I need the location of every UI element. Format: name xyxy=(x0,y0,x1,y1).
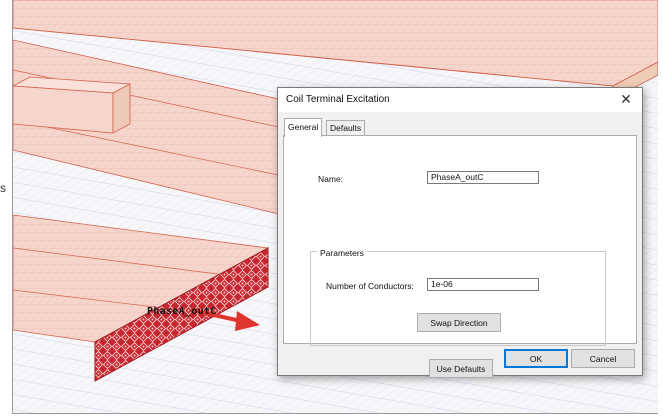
general-tab-page: Name: Parameters Number of Conductors: S… xyxy=(283,135,637,378)
cancel-button[interactable]: Cancel xyxy=(571,349,635,368)
swap-direction-label: Swap Direction xyxy=(430,318,488,328)
terminal-label: PhaseA_outC xyxy=(147,306,217,317)
tab-general[interactable]: General xyxy=(284,118,323,137)
ok-label: OK xyxy=(529,354,543,364)
use-defaults-button[interactable]: Use Defaults xyxy=(429,359,493,378)
parameters-group-title: Parameters xyxy=(317,248,367,258)
tab-defaults[interactable]: Defaults xyxy=(326,120,366,136)
small-bar-end xyxy=(112,83,131,134)
coil-terminal-excitation-dialog: Coil Terminal Excitation ✕ General Defau… xyxy=(277,87,643,378)
clipped-side-text: s xyxy=(0,181,6,195)
cancel-label: Cancel xyxy=(589,354,617,364)
conductors-label: Number of Conductors: xyxy=(326,281,414,291)
use-defaults-label: Use Defaults xyxy=(436,364,486,374)
dialog-title: Coil Terminal Excitation xyxy=(286,94,390,105)
name-field[interactable] xyxy=(427,171,539,184)
dialog-titlebar[interactable]: Coil Terminal Excitation ✕ xyxy=(278,88,642,112)
ok-button[interactable]: OK xyxy=(504,349,568,368)
swap-direction-button[interactable]: Swap Direction xyxy=(417,313,501,332)
name-label: Name: xyxy=(318,174,344,184)
close-icon[interactable]: ✕ xyxy=(616,90,636,108)
conductors-field[interactable] xyxy=(427,278,539,291)
modeler-window: s PhaseA_outC Coil Terminal Excitation ✕… xyxy=(0,0,663,417)
